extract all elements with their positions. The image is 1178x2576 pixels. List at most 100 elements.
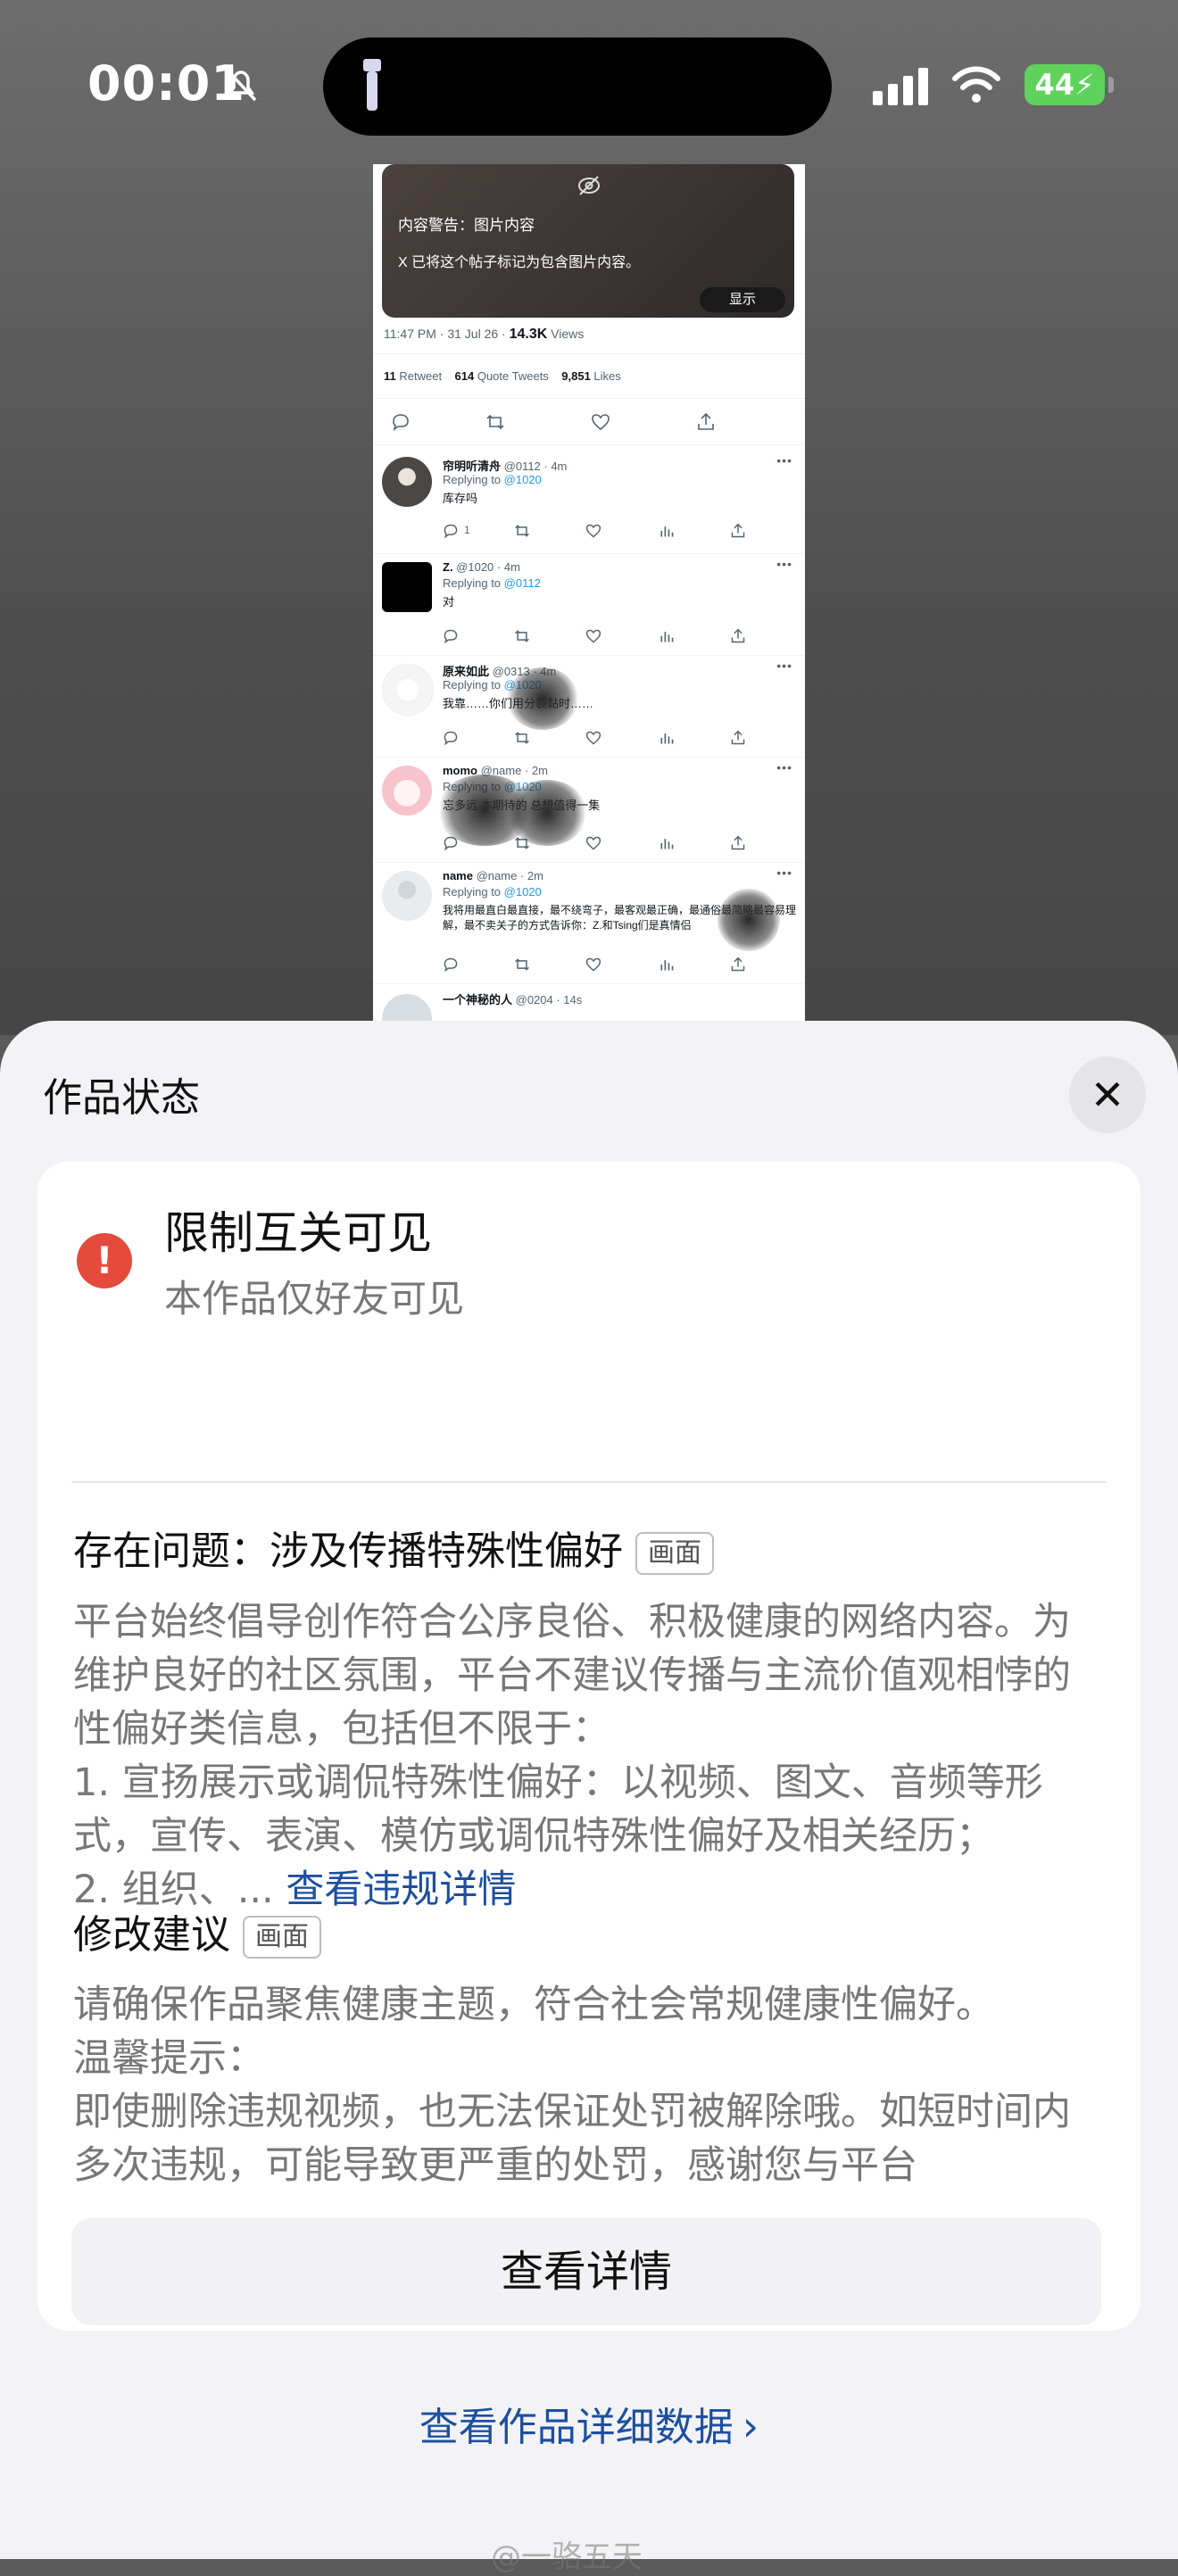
suggestion-body: 请确保作品聚焦健康主题，符合社会常规健康性偏好。 温馨提示： 即使删除违规视频，… — [73, 1983, 1071, 2188]
view-work-data-label: 查看作品详细数据 — [419, 2405, 734, 2450]
status-subtitle: 本作品仅好友可见 — [164, 1277, 465, 1321]
more-icon: ••• — [776, 453, 792, 468]
reply-handle: @name · 2m — [472, 869, 543, 882]
reply-name: 原来如此 — [443, 665, 490, 678]
reply-count: 1 — [464, 524, 470, 536]
reply-text: 库存吗 — [443, 492, 478, 505]
replying-to: Replying to @1020 — [443, 473, 542, 486]
stats-icon — [660, 839, 674, 849]
battery-tip — [1108, 77, 1114, 93]
sheet-title: 作品状态 — [43, 1075, 200, 1121]
more-icon: ••• — [776, 760, 792, 774]
like-icon — [585, 731, 601, 745]
reply-name: name — [443, 869, 473, 882]
retweet-icon — [486, 414, 504, 430]
reply-item: 帘明听清舟 @0112 · 4m ••• Replying to @1020 库… — [373, 450, 805, 555]
reply-author: Z. @1020 · 4m — [443, 560, 520, 574]
suggestion-tag: 画面 — [243, 1916, 321, 1959]
avatar — [382, 457, 432, 507]
replying-label: Replying to — [443, 576, 504, 590]
avatar — [382, 562, 432, 612]
view-work-data-link[interactable]: 查看作品详细数据 › — [0, 2395, 1178, 2452]
quotes-label: Quote Tweets — [474, 369, 549, 383]
reply-item: momo @name · 2m ••• Replying to @1020 忘多… — [373, 757, 805, 862]
reply-actions: 1 — [443, 523, 800, 541]
avatar — [382, 664, 434, 716]
views-count: 14.3K — [509, 327, 548, 342]
replying-handle: @1020 — [503, 885, 542, 899]
more-icon: ••• — [776, 557, 792, 571]
share-icon — [731, 628, 745, 643]
reply-handle: @0204 · 14s — [512, 993, 583, 1006]
retweets-count: 11 — [384, 369, 396, 383]
stats-icon — [660, 632, 674, 642]
divider — [373, 444, 805, 445]
reply-name: 帘明听清舟 — [443, 460, 502, 473]
divider — [373, 398, 805, 399]
cellular-signal-icon — [873, 68, 928, 105]
suggestion-heading: 修改建议 画面 — [73, 1902, 321, 1959]
replying-to: Replying to @1020 — [443, 885, 542, 899]
suggestion-scroll[interactable]: 请确保作品聚焦健康主题，符合社会常规健康性偏好。 温馨提示： 即使删除违规视频，… — [73, 1978, 1108, 2192]
reply-text: 对 — [443, 595, 455, 609]
battery-icon: 44⚡ — [1025, 64, 1105, 105]
like-icon — [585, 836, 601, 850]
divider — [71, 1481, 1107, 1483]
reply-author: name @name · 2m — [443, 869, 543, 882]
issue-heading: 存在问题：涉及传播特殊性偏好 画面 — [73, 1519, 714, 1576]
reply-icon — [393, 414, 409, 431]
replying-handle: @0112 — [503, 576, 541, 590]
warning-title: 内容警告：图片内容 — [398, 217, 535, 234]
reply-item: name @name · 2m ••• Replying to @1020 我将… — [373, 862, 805, 983]
replying-label: Replying to — [443, 473, 504, 486]
like-icon — [585, 524, 601, 538]
chevron-right-icon: › — [742, 2402, 759, 2450]
issue-text: 平台始终倡导创作符合公序良俗、积极健康的网络内容。为维护良好的社区氛围，平台不建… — [73, 1600, 1071, 1912]
issue-tag: 画面 — [635, 1532, 714, 1575]
status-title: 限制互关可见 — [164, 1207, 432, 1259]
quotes-count: 614 — [454, 369, 475, 383]
content-warning: 内容警告：图片内容 X 已将这个帖子标记为包含图片内容。 显示 — [382, 164, 794, 318]
replying-to: Replying to @0112 — [443, 576, 541, 590]
reply-author: 帘明听清舟 @0112 · 4m — [443, 457, 567, 474]
show-button: 显示 — [700, 287, 785, 312]
scribble-redaction — [507, 667, 578, 730]
suggestion-title: 修改建议 — [73, 1912, 230, 1958]
warning-text: X 已将这个帖子标记为包含图片内容。 — [398, 255, 641, 270]
tweet-stats: 11 Retweet 614 Quote Tweets 9,851 Likes — [384, 369, 621, 383]
scribble-redaction — [718, 889, 780, 951]
likes-count: 9,851 — [561, 369, 591, 383]
watermark: @一骆五天 — [491, 2539, 643, 2575]
divider — [373, 353, 805, 354]
flashlight-icon — [363, 59, 381, 111]
stats-icon — [660, 733, 674, 744]
retweet-icon — [515, 630, 529, 642]
dynamic-island — [323, 37, 832, 136]
reply-name: 一个神秘的人 — [443, 993, 513, 1006]
more-icon: ••• — [776, 866, 792, 880]
avatar — [382, 871, 432, 921]
stats-icon — [660, 526, 674, 537]
reply-icon — [444, 524, 458, 539]
eye-slash-icon — [578, 176, 600, 195]
share-icon — [698, 412, 714, 430]
share-icon — [731, 730, 745, 745]
more-icon: ••• — [776, 658, 792, 673]
view-details-button[interactable]: 查看详情 — [71, 2218, 1101, 2325]
replying-handle: @1020 — [503, 473, 542, 486]
reply-actions — [443, 628, 800, 646]
tweet-screenshot: 内容警告：图片内容 X 已将这个帖子标记为包含图片内容。 显示 11:47 PM… — [373, 164, 805, 1021]
like-icon — [585, 957, 601, 972]
replying-label: Replying to — [443, 678, 504, 692]
close-button[interactable]: ✕ — [1069, 1056, 1146, 1133]
status-card: ! 限制互关可见 本作品仅好友可见 存在问题：涉及传播特殊性偏好 画面 平台始终倡… — [37, 1162, 1141, 2331]
like-icon — [585, 629, 601, 643]
issue-title: 存在问题：涉及传播特殊性偏好 — [73, 1528, 623, 1574]
share-icon — [731, 523, 745, 538]
reply-handle: @0112 · 4m — [501, 460, 568, 473]
reply-actions — [443, 730, 800, 748]
avatar — [382, 766, 432, 816]
reply-item: Z. @1020 · 4m ••• Replying to @0112 对 — [373, 553, 805, 655]
share-icon — [731, 835, 745, 850]
retweet-icon — [515, 732, 529, 744]
